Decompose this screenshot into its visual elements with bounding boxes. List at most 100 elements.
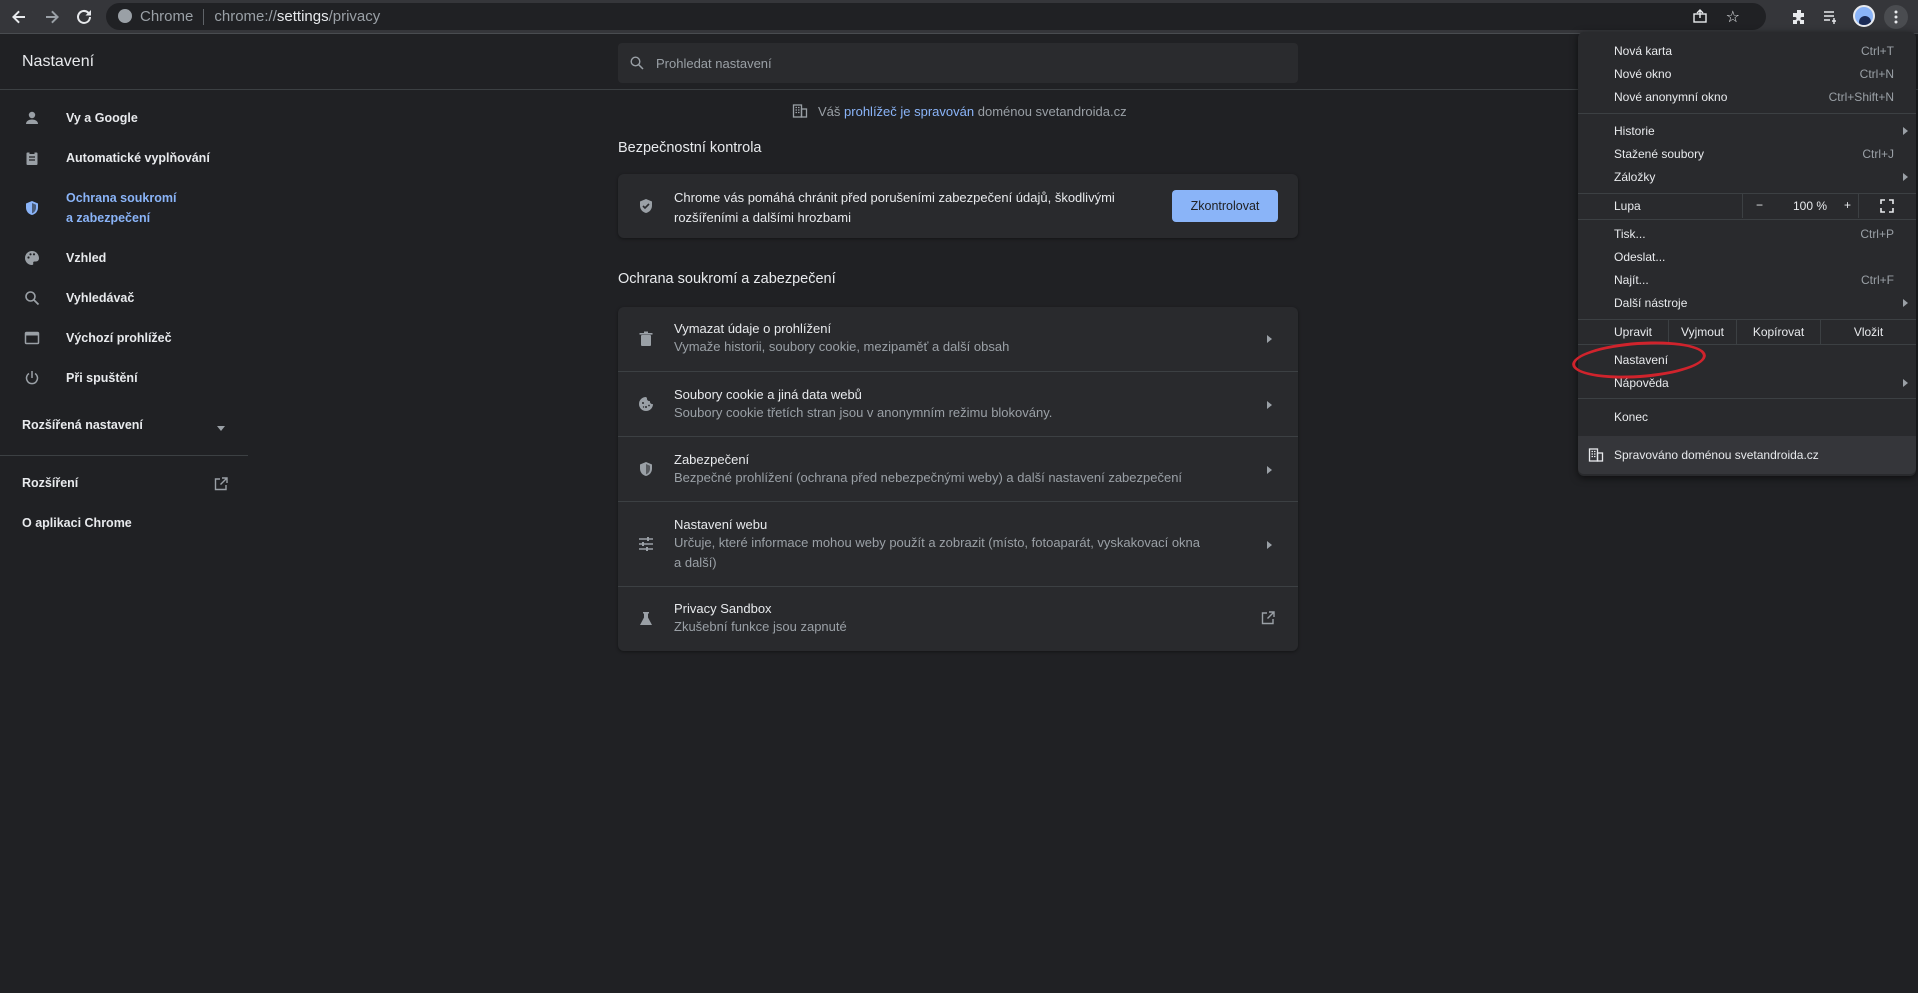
back-icon[interactable] — [8, 6, 30, 28]
menu-item-cast[interactable]: Odeslat... — [1578, 246, 1916, 268]
sidebar-item-extensions[interactable]: Rozšíření — [0, 474, 248, 498]
bookmark-star-icon[interactable]: ☆ — [1726, 7, 1740, 27]
row-title: Nastavení webu — [674, 517, 768, 532]
address-bar[interactable]: Chrome chrome://settings/privacy ☆ — [106, 3, 1766, 30]
menu-shortcut: Ctrl+J — [1862, 147, 1894, 161]
settings-search[interactable]: Prohledat nastavení — [618, 43, 1298, 83]
copy-button[interactable]: Kopírovat — [1736, 320, 1820, 344]
extensions-icon[interactable] — [1788, 6, 1810, 28]
menu-item-new-tab[interactable]: Nová karta Ctrl+T — [1578, 40, 1916, 62]
safety-check-card: Chrome vás pomáhá chránit před porušením… — [618, 174, 1298, 238]
cookie-icon — [636, 394, 656, 414]
reading-list-icon[interactable] — [1819, 6, 1841, 28]
trash-icon — [636, 329, 656, 349]
menu-item-history[interactable]: Historie — [1578, 120, 1916, 142]
row-title: Privacy Sandbox — [674, 601, 772, 616]
managed-link[interactable]: prohlížeč je spravován — [844, 104, 974, 119]
zoom-divider — [1742, 194, 1743, 218]
url-path: /privacy — [328, 8, 381, 25]
sidebar-divider — [0, 455, 248, 456]
menu-label: Lupa — [1614, 199, 1641, 213]
row-security[interactable]: Zabezpečení Bezpečné prohlížení (ochrana… — [618, 436, 1298, 501]
menu-shortcut: Ctrl+Shift+N — [1828, 90, 1894, 104]
palette-icon — [22, 248, 42, 268]
menu-item-find[interactable]: Najít... Ctrl+F — [1578, 269, 1916, 291]
reload-icon[interactable] — [73, 6, 95, 28]
row-cookies[interactable]: Soubory cookie a jiná data webů Soubory … — [618, 371, 1298, 436]
forward-icon[interactable] — [41, 6, 63, 28]
clipboard-icon — [22, 148, 42, 168]
advanced-settings-label: Rozšířená nastavení — [22, 418, 143, 432]
sidebar-item-appearance[interactable]: Vzhled — [0, 248, 248, 276]
sidebar-item-label-line2: a zabezpečení — [66, 211, 151, 225]
menu-separator — [1578, 113, 1916, 114]
menu-item-downloads[interactable]: Stažené soubory Ctrl+J — [1578, 143, 1916, 165]
menu-item-new-incognito[interactable]: Nové anonymní okno Ctrl+Shift+N — [1578, 86, 1916, 108]
safety-check-button[interactable]: Zkontrolovat — [1172, 190, 1278, 222]
menu-shortcut: Ctrl+T — [1861, 44, 1894, 58]
shield-check-icon — [636, 196, 656, 216]
page-title: Nastavení — [22, 53, 95, 70]
url-host: settings — [276, 8, 329, 25]
menu-label: Tisk... — [1614, 227, 1646, 241]
menu-item-new-window[interactable]: Nové okno Ctrl+N — [1578, 63, 1916, 85]
sidebar-item-you-and-google[interactable]: Vy a Google — [0, 108, 248, 136]
cut-button[interactable]: Vyjmout — [1668, 320, 1736, 344]
search-icon — [630, 56, 644, 70]
row-clear-browsing-data[interactable]: Vymazat údaje o prohlížení Vymaže histor… — [618, 307, 1298, 371]
flask-icon — [636, 609, 656, 629]
omnibox-separator — [203, 8, 205, 25]
menu-shortcut: Ctrl+P — [1860, 227, 1894, 241]
profile-avatar[interactable] — [1853, 5, 1875, 27]
menu-item-print[interactable]: Tisk... Ctrl+P — [1578, 223, 1916, 245]
menu-separator — [1578, 398, 1916, 399]
menu-label: Nové okno — [1614, 67, 1672, 81]
zoom-out-button[interactable]: − — [1756, 198, 1763, 212]
menu-label: Upravit — [1614, 325, 1653, 339]
menu-label: Najít... — [1614, 273, 1649, 287]
sidebar-item-default-browser[interactable]: Výchozí prohlížeč — [0, 328, 248, 356]
row-subtitle: Zkušební funkce jsou zapnuté — [674, 619, 847, 634]
privacy-card: Vymazat údaje o prohlížení Vymaže histor… — [618, 307, 1298, 651]
sidebar-item-privacy[interactable]: Ochrana soukromí a zabezpečení — [0, 188, 248, 232]
zoom-in-button[interactable]: + — [1844, 198, 1851, 212]
row-privacy-sandbox[interactable]: Privacy Sandbox Zkušební funkce jsou zap… — [618, 586, 1298, 651]
row-subtitle: Soubory cookie třetích stran jsou v anon… — [674, 405, 1053, 420]
search-input[interactable]: Prohledat nastavení — [656, 56, 772, 71]
sidebar-item-about-chrome[interactable]: O aplikaci Chrome — [0, 514, 248, 538]
paste-button[interactable]: Vložit — [1820, 320, 1916, 344]
menu-label: Nová karta — [1614, 44, 1673, 58]
sidebar-item-on-startup[interactable]: Při spuštění — [0, 368, 248, 396]
url-text: chrome://settings/privacy — [214, 8, 380, 25]
sliders-icon — [636, 534, 656, 554]
arrow-right-icon — [1267, 466, 1272, 474]
sidebar-item-label: Vy a Google — [66, 111, 138, 125]
browser-icon — [22, 328, 42, 348]
submenu-arrow-icon — [1903, 379, 1908, 387]
menu-label: Historie — [1614, 124, 1655, 138]
menu-item-exit[interactable]: Konec — [1578, 406, 1916, 428]
row-subtitle: Určuje, které informace mohou weby použí… — [674, 535, 1201, 570]
extensions-label: Rozšíření — [22, 476, 79, 490]
managed-suffix: doménou svetandroida.cz — [977, 103, 1127, 119]
advanced-settings-toggle[interactable]: Rozšířená nastavení — [0, 416, 248, 440]
menu-managed-footer[interactable]: Spravováno doménou svetandroida.cz — [1578, 436, 1916, 474]
building-icon — [792, 103, 808, 119]
fullscreen-icon[interactable] — [1880, 199, 1894, 216]
sidebar-item-search-engine[interactable]: Vyhledávač — [0, 288, 248, 316]
arrow-right-icon — [1267, 541, 1272, 549]
row-title: Soubory cookie a jiná data webů — [674, 387, 862, 402]
menu-item-more-tools[interactable]: Další nástroje — [1578, 292, 1916, 314]
sidebar-item-label: Při spuštění — [66, 371, 138, 385]
url-scheme: chrome:// — [214, 8, 277, 25]
site-label: Chrome — [140, 8, 194, 25]
safety-check-text: Chrome vás pomáhá chránit před porušením… — [674, 190, 1115, 225]
menu-kebab-icon[interactable] — [1884, 5, 1908, 29]
menu-item-bookmarks[interactable]: Záložky — [1578, 166, 1916, 188]
sidebar-item-label: Automatické vyplňování — [66, 151, 210, 165]
sidebar-item-autofill[interactable]: Automatické vyplňování — [0, 148, 248, 176]
row-site-settings[interactable]: Nastavení webu Určuje, které informace m… — [618, 501, 1298, 586]
share-icon[interactable] — [1692, 8, 1708, 28]
power-icon — [22, 368, 42, 388]
building-icon — [1588, 447, 1604, 466]
